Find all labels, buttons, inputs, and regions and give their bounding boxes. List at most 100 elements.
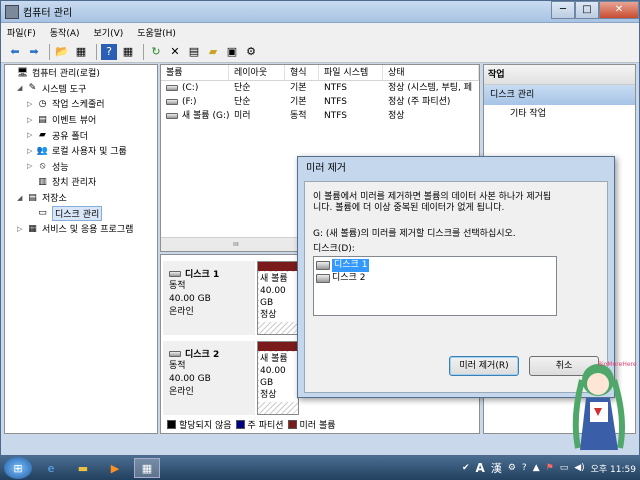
show-hide-tree-icon[interactable]: ▦	[73, 44, 89, 60]
show-action-pane-icon[interactable]: ▦	[120, 44, 136, 60]
expand-arrow-icon[interactable]: ◢	[17, 84, 26, 92]
disk-list-label: 디스크(D):	[313, 244, 355, 254]
tree-item[interactable]: ◢ ▤ 저장소	[5, 190, 157, 206]
tree-item[interactable]: ▷ ▦ 서비스 및 응용 프로그램	[5, 221, 157, 237]
disk-select-list[interactable]: 디스크 1 디스크 2	[313, 256, 557, 316]
more-actions[interactable]: 기타 작업	[484, 105, 635, 123]
hanja-indicator[interactable]: 漢	[491, 460, 502, 476]
disk-type: 동적	[169, 361, 186, 371]
legend-swatch-mirror	[287, 419, 297, 429]
back-icon[interactable]: ⬅	[7, 44, 23, 60]
minimize-button[interactable]: ─	[551, 0, 575, 19]
expand-arrow-icon[interactable]: ◢	[17, 194, 26, 202]
col-layout[interactable]: 레이아웃	[229, 65, 285, 80]
menu-view[interactable]: 보기(V)	[94, 26, 124, 39]
disk-1-volume[interactable]: 새 볼륨 40.00 GB 정상	[257, 261, 299, 335]
device-manager-icon: ▥	[38, 176, 47, 187]
remove-mirror-button[interactable]: 미러 제거(R)	[449, 356, 519, 376]
disk-size: 40.00 GB	[169, 294, 211, 304]
network-icon[interactable]: ▭	[560, 463, 569, 473]
disk-name: 디스크 1	[185, 270, 220, 280]
media-player-icon[interactable]: ▶	[102, 458, 128, 478]
expand-arrow-icon[interactable]: ▷	[27, 100, 36, 108]
navigation-tree: 🖥 컴퓨터 관리(로컬) ◢ ✎ 시스템 도구 ▷ ◷ 작업 스케줄러 ▷ ▤ 이벤트 뷰어 ▷ ▰ 공유…	[4, 64, 158, 434]
properties-icon[interactable]: ▤	[186, 44, 202, 60]
disk-icon	[169, 350, 181, 357]
explorer-folder-icon[interactable]: ▬	[70, 458, 96, 478]
col-status[interactable]: 상태	[383, 65, 479, 80]
tree-item[interactable]: ▷ 👥 로컬 사용자 및 그룹	[5, 143, 157, 159]
legend-label: 할당되지 않음	[179, 420, 232, 431]
forward-icon[interactable]: ➡	[26, 44, 42, 60]
col-type[interactable]: 형식	[285, 65, 319, 80]
col-volume[interactable]: 볼륨	[161, 65, 229, 80]
volume-row[interactable]: (F:) 단순 기본 NTFS 정상 (주 파티션)	[161, 95, 479, 109]
volume-cell: 새 볼륨 (G:)	[181, 111, 229, 121]
expand-arrow-icon[interactable]: ▷	[17, 225, 26, 233]
ime-icon[interactable]: ✔	[462, 463, 470, 473]
col-filesystem[interactable]: 파일 시스템	[319, 65, 383, 80]
tree-item[interactable]: ▥ 장치 관리자	[5, 174, 157, 190]
volume-cell: 정상	[388, 111, 405, 121]
maximize-button[interactable]: □	[575, 0, 599, 19]
internet-explorer-icon[interactable]: e	[38, 458, 64, 478]
expand-tray-icon[interactable]: ▲	[533, 463, 540, 473]
event-viewer-icon: ▤	[38, 114, 47, 125]
actions-section-disk-management[interactable]: 디스크 관리	[484, 85, 635, 105]
save-icon[interactable]: ▣	[224, 44, 240, 60]
settings-icon[interactable]: ⚙	[243, 44, 259, 60]
clock[interactable]: 오후 11:59	[591, 462, 636, 475]
tree-item-label: 디스크 관리	[52, 205, 103, 221]
computer-management-task-icon[interactable]: ▦	[134, 458, 160, 478]
settings-icon[interactable]: ⚙	[508, 463, 516, 473]
menu-action[interactable]: 동작(A)	[50, 26, 80, 39]
refresh-icon[interactable]: ↻	[148, 44, 164, 60]
disk-2-info[interactable]: 디스크 2 동적 40.00 GB 온라인	[163, 341, 255, 415]
expand-arrow-icon[interactable]: ▷	[27, 116, 36, 124]
language-indicator[interactable]: A	[476, 461, 485, 475]
volume-icon[interactable]: ◀)	[574, 463, 584, 473]
delete-icon[interactable]: ✕	[167, 44, 183, 60]
legend-label: 미러 볼륨	[299, 420, 336, 431]
tree-item[interactable]: ▷ ▰ 공유 폴더	[5, 127, 157, 143]
tree-item[interactable]: 🖥 컴퓨터 관리(로컬)	[5, 65, 157, 81]
up-folder-icon[interactable]: 📂	[54, 44, 70, 60]
tree-item[interactable]: ▭ 디스크 관리	[5, 205, 157, 221]
expand-arrow-icon[interactable]: ▷	[27, 162, 36, 170]
flag-icon[interactable]: ⚑	[546, 463, 554, 473]
tree-item[interactable]: ▷ ⦸ 성능	[5, 159, 157, 175]
expand-arrow-icon[interactable]: ▷	[27, 147, 36, 155]
close-button[interactable]: ✕	[599, 0, 639, 19]
help-icon[interactable]: ?	[522, 463, 527, 473]
expand-arrow-icon[interactable]: ▷	[27, 131, 36, 139]
mascot-character-image	[564, 358, 634, 458]
tree-item[interactable]: ▷ ▤ 이벤트 뷰어	[5, 112, 157, 128]
disk-option-1[interactable]: 디스크 1	[316, 259, 554, 272]
menu-help[interactable]: 도움말(H)	[137, 26, 176, 39]
dialog-message: 이 볼륨에서 미러를 제거하면 볼륨의 데이터 사본 하나가 제거됩니다. 볼륨…	[313, 192, 552, 213]
volume-row[interactable]: 새 볼륨 (G:) 미러 동적 NTFS 정상	[161, 109, 479, 123]
disk-2-volume[interactable]: 새 볼륨 40.00 GB 정상	[257, 341, 299, 415]
menu-file[interactable]: 파일(F)	[7, 26, 36, 39]
tree-item[interactable]: ◢ ✎ 시스템 도구	[5, 81, 157, 97]
legend-swatch-primary	[235, 419, 245, 429]
disk-option-label: 디스크 2	[332, 273, 366, 283]
start-button[interactable]: ⊞	[4, 457, 32, 479]
clock-icon: ◷	[38, 98, 47, 109]
help-icon[interactable]: ?	[101, 43, 117, 60]
volume-cell: 미러	[234, 111, 251, 121]
disk-1-info[interactable]: 디스크 1 동적 40.00 GB 온라인	[163, 261, 255, 335]
volume-row[interactable]: (C:) 단순 기본 NTFS 정상 (시스템, 부팅, 페	[161, 81, 479, 95]
toolbar: ⬅ ➡ 📂 ▦ ? ▦ ↻ ✕ ▤ ▰ ▣ ⚙	[1, 41, 639, 63]
menu-bar: 파일(F) 동작(A) 보기(V) 도움말(H)	[1, 23, 639, 41]
volume-cell: (F:)	[182, 97, 197, 107]
open-icon[interactable]: ▰	[205, 44, 221, 60]
volume-size: 40.00 GB	[260, 366, 286, 388]
tree-item[interactable]: ▷ ◷ 작업 스케줄러	[5, 96, 157, 112]
computer-icon: 🖥	[16, 67, 29, 78]
disk-management-icon: ▭	[38, 208, 47, 219]
legend-swatch-unallocated	[167, 419, 176, 429]
volume-cell: NTFS	[324, 83, 347, 93]
disk-option-2[interactable]: 디스크 2	[316, 272, 554, 285]
tree-item-label: 저장소	[42, 194, 67, 205]
